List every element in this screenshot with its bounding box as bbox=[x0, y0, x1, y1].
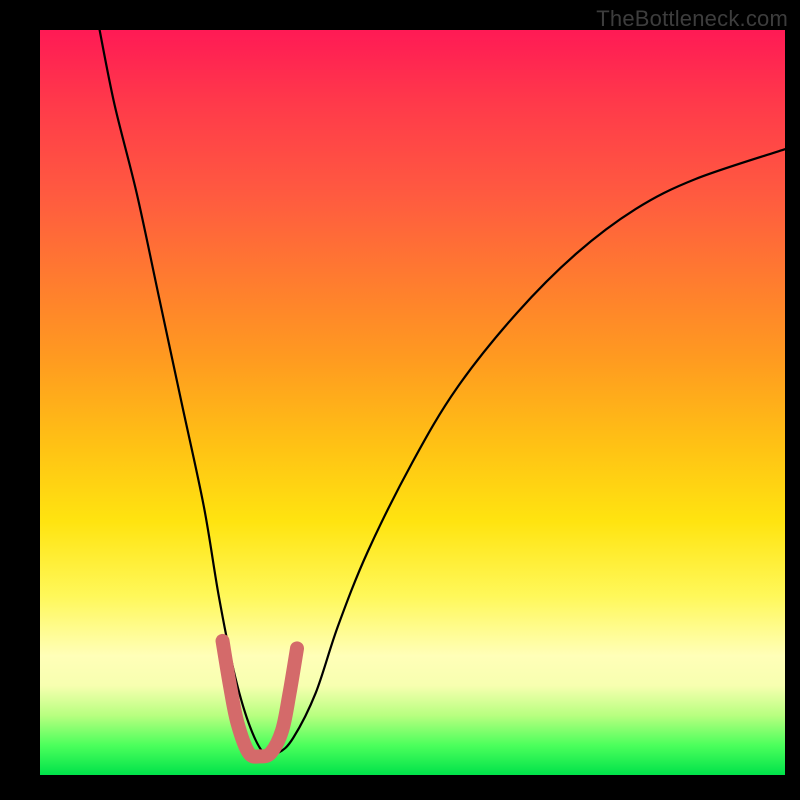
trough-highlight bbox=[223, 641, 297, 757]
plot-area bbox=[40, 30, 785, 775]
bottleneck-curve bbox=[100, 30, 785, 756]
chart-svg bbox=[40, 30, 785, 775]
chart-frame: TheBottleneck.com bbox=[0, 0, 800, 800]
watermark-text: TheBottleneck.com bbox=[596, 6, 788, 32]
